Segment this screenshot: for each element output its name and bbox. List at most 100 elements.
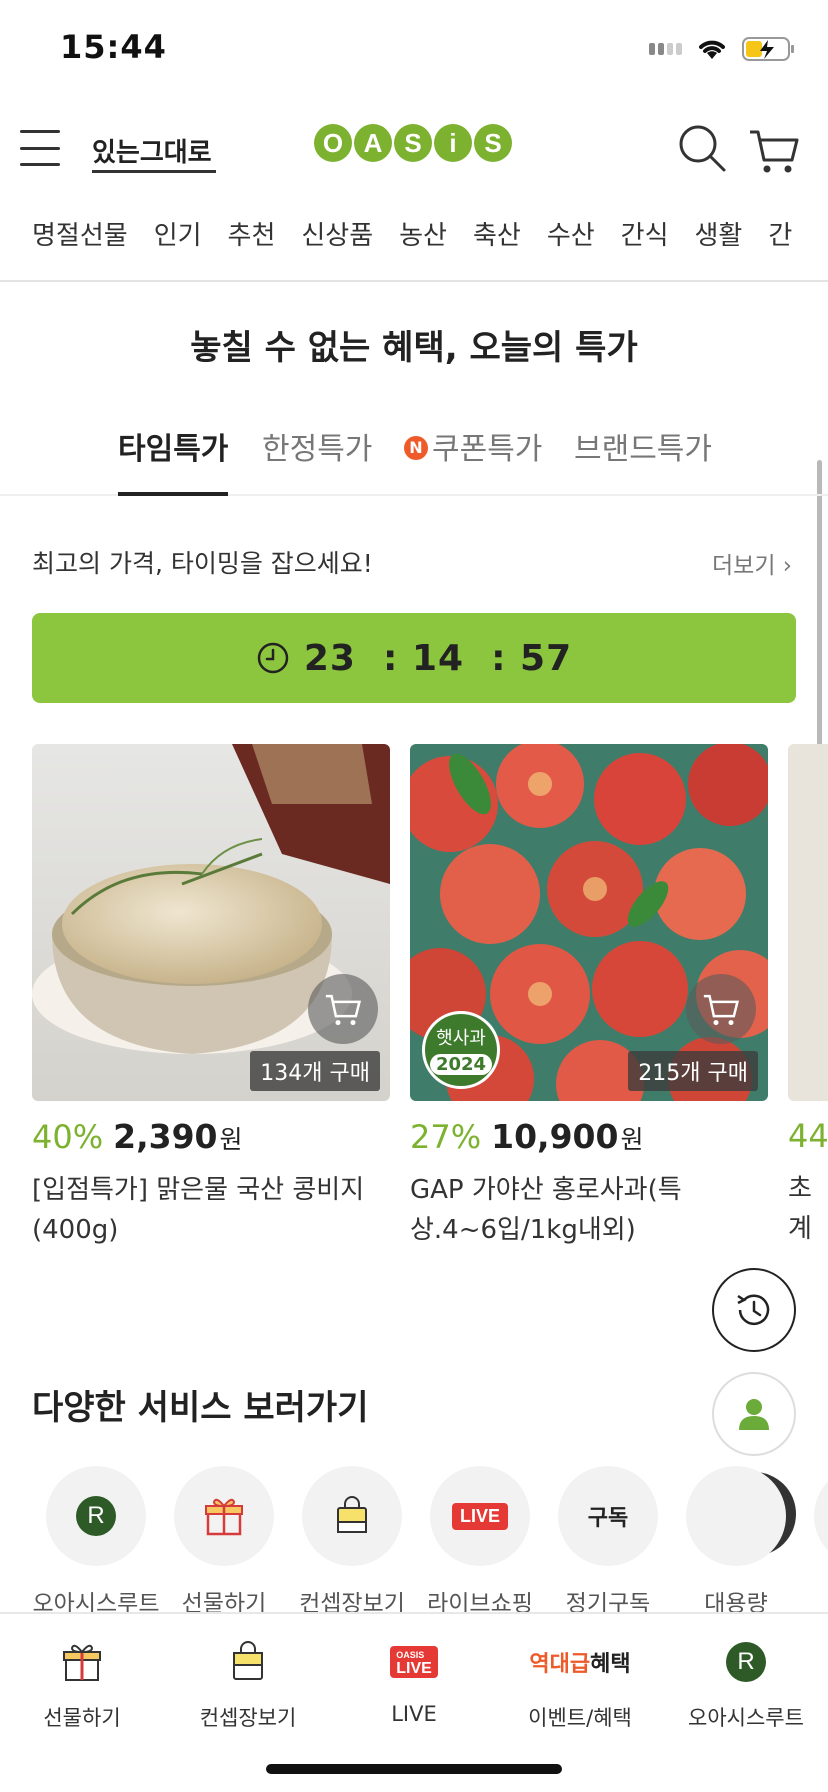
section-title: 놓칠 수 없는 혜택, 오늘의 특가	[190, 328, 638, 368]
clock-icon	[257, 642, 289, 674]
nav-event[interactable]: 역대급 혜택 이벤트/혜택	[500, 1634, 660, 1732]
live-icon: LIVE	[451, 1502, 508, 1530]
shopping-bag-icon	[233, 1641, 263, 1680]
my-page-button[interactable]	[712, 1372, 796, 1456]
category-item[interactable]: 인기	[154, 210, 202, 262]
nav-live[interactable]: OASIS LIVE LIVE	[334, 1634, 494, 1726]
tofu-pulp-photo	[32, 744, 390, 1101]
logo-letter: O	[314, 124, 352, 162]
season-badge-text: 햇사과	[436, 1028, 486, 1049]
category-item[interactable]: 생활	[695, 210, 743, 262]
wifi-icon	[699, 40, 725, 59]
service-bulk[interactable]: 대용량	[672, 1466, 800, 1616]
nav-gift[interactable]: 선물하기	[2, 1634, 162, 1732]
category-item[interactable]: 농산	[399, 210, 447, 262]
product-card[interactable]: 134개 구매 40% 2,390 원 [입점특가] 맑은물 국산 콩비지(40…	[32, 744, 390, 1250]
category-item[interactable]: 간식	[621, 210, 669, 262]
add-to-cart-button[interactable]	[308, 974, 378, 1044]
category-item[interactable]: 추천	[228, 210, 276, 262]
services-row: R 오아시스루트 선물하기 컨셉장보기 LIVE 라이브쇼핑 구독 정기구독 대…	[0, 1466, 828, 1616]
more-link[interactable]: 더보기 ›	[712, 546, 792, 580]
live-icon-text: LIVE	[396, 1660, 432, 1677]
deal-tabs: 타임특가 한정특가 N 쿠폰특가 브랜드특가	[0, 420, 828, 496]
category-item[interactable]: 명절선물	[32, 210, 128, 262]
search-icon[interactable]	[674, 120, 730, 176]
countdown-timer: 23 : 14 : 57	[32, 613, 796, 703]
home-indicator[interactable]	[266, 1764, 562, 1774]
nav-label: 컨셉장보기	[199, 1706, 297, 1730]
nav-label: 이벤트/혜택	[528, 1706, 632, 1730]
price-unit: 원	[219, 1125, 243, 1154]
nav-label: 선물하기	[43, 1706, 121, 1730]
history-icon	[737, 1294, 770, 1326]
category-item[interactable]: 수산	[547, 210, 595, 262]
logo-letter: i	[434, 124, 472, 162]
gift-icon	[63, 1644, 101, 1681]
product-image[interactable]: 햇사과 2024 215개 구매	[410, 744, 768, 1101]
product-name[interactable]: GAP 가야산 홍로사과(특상.4~6입/1kg내외)	[410, 1170, 768, 1250]
brand-sub-logo[interactable]: 있는그대로	[92, 132, 216, 173]
tab-time-deal[interactable]: 타임특가	[118, 420, 229, 496]
logo-letter: A	[354, 124, 392, 162]
category-item[interactable]: 간	[768, 210, 792, 262]
signal-icon	[649, 43, 682, 55]
timer-value: 23 : 14 : 57	[303, 637, 573, 679]
service-icon-wrap	[302, 1466, 402, 1566]
more-label: 더보기	[712, 553, 776, 579]
service-gift[interactable]: 선물하기	[160, 1466, 288, 1616]
price-row: 44	[788, 1117, 828, 1155]
product-name[interactable]: 초계	[788, 1169, 828, 1249]
season-badge-year: 2024	[430, 1054, 492, 1075]
tab-brand-deal[interactable]: 브랜드특가	[574, 420, 712, 496]
discount-rate: 40%	[32, 1118, 104, 1156]
nav-icon-wrap: 역대급 혜택	[500, 1634, 660, 1690]
tab-limited-deal[interactable]: 한정특가	[262, 420, 372, 496]
chevron-right-icon: ›	[782, 553, 792, 579]
status-bar: 15:44	[0, 0, 828, 100]
live-icon: OASIS LIVE	[390, 1646, 438, 1678]
status-icons	[649, 36, 796, 62]
gift-icon	[205, 1498, 243, 1536]
battery-icon	[742, 37, 794, 61]
price-row: 40% 2,390 원	[32, 1117, 390, 1156]
service-icon-wrap	[174, 1466, 274, 1566]
price-unit: 원	[620, 1125, 644, 1154]
product-name[interactable]: [입점특가] 맑은물 국산 콩비지(400g)	[32, 1170, 390, 1250]
status-time: 15:44	[60, 28, 167, 66]
nav-icon-wrap	[2, 1634, 162, 1690]
nav-icon-wrap: OASIS LIVE	[334, 1634, 494, 1690]
service-concept[interactable]: 컨셉장보기	[288, 1466, 416, 1616]
shopping-bag-icon	[337, 1496, 367, 1533]
service-root[interactable]: R 오아시스루트	[32, 1466, 160, 1616]
product-image[interactable]: 134개 구매	[32, 744, 390, 1101]
subscription-icon: 구독	[587, 1506, 629, 1531]
nav-concept[interactable]: 컨셉장보기	[168, 1634, 328, 1732]
purchase-count: 215개 구매	[628, 1051, 758, 1091]
recent-history-button[interactable]	[712, 1268, 796, 1352]
nav-root[interactable]: R 오아시스루트	[666, 1634, 826, 1732]
product-card[interactable]: 44 초계	[788, 744, 828, 1249]
new-badge: N	[404, 435, 428, 460]
cart-icon[interactable]	[746, 122, 802, 178]
cart-icon	[703, 994, 740, 1026]
category-item[interactable]: 신상품	[301, 210, 373, 262]
logo-letter: S	[474, 124, 512, 162]
service-live[interactable]: LIVE 라이브쇼핑	[416, 1466, 544, 1616]
tab-coupon-deal[interactable]: N 쿠폰특가	[404, 420, 542, 496]
discount-rate: 27%	[410, 1118, 482, 1156]
menu-button[interactable]	[20, 130, 60, 166]
add-to-cart-button[interactable]	[686, 974, 756, 1044]
service-more[interactable]: 소	[800, 1466, 828, 1616]
product-card[interactable]: 햇사과 2024 215개 구매 27% 10,900 원 GAP 가야산 홍로…	[410, 744, 768, 1250]
oasis-logo[interactable]: O A S i S	[314, 124, 512, 162]
product-image[interactable]	[788, 744, 828, 1101]
user-icon	[739, 1399, 769, 1430]
service-subscription[interactable]: 구독 정기구독	[544, 1466, 672, 1616]
logo-letter: S	[394, 124, 432, 162]
oasis-root-icon: R	[76, 1496, 116, 1536]
category-item[interactable]: 축산	[473, 210, 521, 262]
discount-rate: 44	[788, 1117, 828, 1155]
nav-label: LIVE	[391, 1702, 437, 1726]
deal-subtitle: 최고의 가격, 타이밍을 잡으세요!	[32, 549, 373, 578]
service-icon-wrap: LIVE	[430, 1466, 530, 1566]
